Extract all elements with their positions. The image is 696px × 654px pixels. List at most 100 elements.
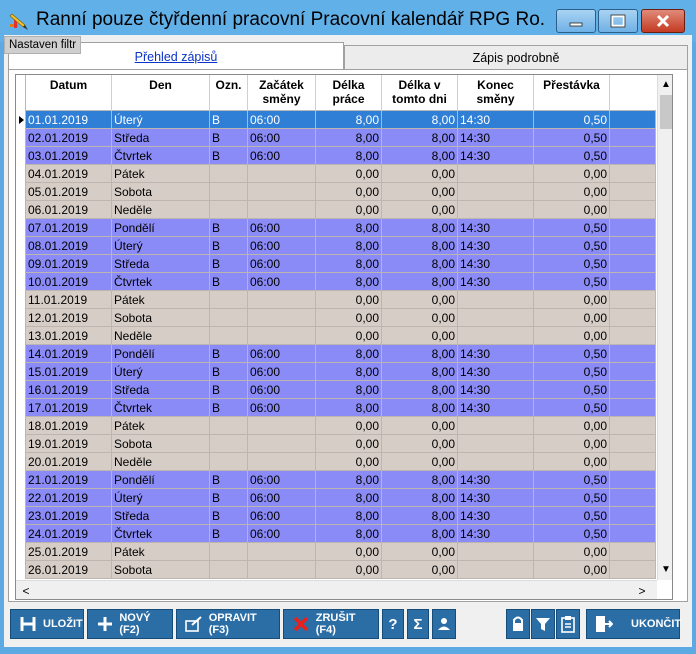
edit-button[interactable]: OPRAVIT (F3) (176, 609, 280, 639)
cell-start[interactable] (248, 183, 316, 201)
cell-length[interactable]: 8,00 (316, 363, 382, 381)
scroll-up-icon[interactable]: ▲ (658, 75, 672, 93)
cell-pause[interactable]: 0,00 (534, 327, 610, 345)
cell-length[interactable]: 8,00 (316, 273, 382, 291)
cell-start[interactable]: 06:00 (248, 507, 316, 525)
cell-end[interactable]: 14:30 (458, 237, 534, 255)
cell-end[interactable]: 14:30 (458, 507, 534, 525)
cell-day[interactable]: Čtvrtek (112, 147, 210, 165)
cell-pause[interactable]: 0,00 (534, 453, 610, 471)
row-indicator[interactable] (16, 327, 26, 345)
minimize-button[interactable] (556, 9, 596, 33)
cell-end[interactable] (458, 543, 534, 561)
cell-day[interactable]: Úterý (112, 489, 210, 507)
cell-day[interactable]: Středa (112, 507, 210, 525)
cell-day[interactable]: Středa (112, 255, 210, 273)
cell-day_length[interactable]: 8,00 (382, 345, 458, 363)
cell-mark[interactable]: B (210, 111, 248, 129)
cell-start[interactable]: 06:00 (248, 399, 316, 417)
cell-day_length[interactable]: 0,00 (382, 327, 458, 345)
cell-day_length[interactable]: 8,00 (382, 525, 458, 543)
cell-end[interactable] (458, 561, 534, 579)
cell-end[interactable]: 14:30 (458, 147, 534, 165)
cell-length[interactable]: 8,00 (316, 381, 382, 399)
cell-end[interactable] (458, 453, 534, 471)
cell-pause[interactable]: 0,50 (534, 507, 610, 525)
cell-day[interactable]: Neděle (112, 453, 210, 471)
cell-day[interactable]: Sobota (112, 309, 210, 327)
cell-mark[interactable]: B (210, 525, 248, 543)
table-row[interactable]: 12.01.2019 Sobota 0,00 0,00 0,00 (16, 309, 656, 327)
cell-end[interactable] (458, 201, 534, 219)
cell-mark[interactable]: B (210, 219, 248, 237)
column-header[interactable]: Přestávka (534, 75, 610, 111)
cell-mark[interactable] (210, 543, 248, 561)
cell-day[interactable]: Pátek (112, 543, 210, 561)
row-indicator[interactable] (16, 417, 26, 435)
cell-length[interactable]: 8,00 (316, 399, 382, 417)
cell-day_length[interactable]: 8,00 (382, 255, 458, 273)
cell-end[interactable]: 14:30 (458, 273, 534, 291)
cell-start[interactable]: 06:00 (248, 363, 316, 381)
scroll-left-icon[interactable]: < (18, 582, 34, 599)
table-row[interactable]: 13.01.2019 Neděle 0,00 0,00 0,00 (16, 327, 656, 345)
filter-button[interactable] (531, 609, 555, 639)
cell-pause[interactable]: 0,00 (534, 309, 610, 327)
cell-start[interactable] (248, 165, 316, 183)
cell-end[interactable]: 14:30 (458, 489, 534, 507)
table-row[interactable]: 09.01.2019 Středa B 06:00 8,00 8,00 14:30 0,50 (16, 255, 656, 273)
cell-start[interactable] (248, 561, 316, 579)
table-row[interactable]: 17.01.2019 Čtvrtek B 06:00 8,00 8,00 14:30 0,50 (16, 399, 656, 417)
cell-pause[interactable]: 0,50 (534, 255, 610, 273)
cell-mark[interactable]: B (210, 237, 248, 255)
cell-date[interactable]: 09.01.2019 (26, 255, 112, 273)
cell-start[interactable]: 06:00 (248, 237, 316, 255)
cell-length[interactable]: 8,00 (316, 111, 382, 129)
cell-day[interactable]: Sobota (112, 435, 210, 453)
cell-date[interactable]: 14.01.2019 (26, 345, 112, 363)
row-indicator[interactable] (16, 453, 26, 471)
cell-end[interactable] (458, 327, 534, 345)
cell-pause[interactable]: 0,50 (534, 129, 610, 147)
cell-mark[interactable] (210, 201, 248, 219)
cell-end[interactable]: 14:30 (458, 129, 534, 147)
cell-date[interactable]: 16.01.2019 (26, 381, 112, 399)
cell-start[interactable]: 06:00 (248, 255, 316, 273)
row-indicator[interactable] (16, 273, 26, 291)
row-indicator[interactable] (16, 363, 26, 381)
cell-length[interactable]: 8,00 (316, 237, 382, 255)
cell-date[interactable]: 10.01.2019 (26, 273, 112, 291)
cell-day_length[interactable]: 8,00 (382, 219, 458, 237)
column-header[interactable]: Délka v tomto dni (382, 75, 458, 111)
cell-pause[interactable]: 0,00 (534, 561, 610, 579)
cell-length[interactable]: 8,00 (316, 489, 382, 507)
cell-day_length[interactable]: 0,00 (382, 183, 458, 201)
cell-date[interactable]: 01.01.2019 (26, 111, 112, 129)
cell-pause[interactable]: 0,50 (534, 219, 610, 237)
cell-start[interactable]: 06:00 (248, 219, 316, 237)
cell-mark[interactable]: B (210, 255, 248, 273)
maximize-button[interactable] (598, 9, 638, 33)
cell-day_length[interactable]: 0,00 (382, 561, 458, 579)
cell-day[interactable]: Pátek (112, 291, 210, 309)
cell-length[interactable]: 0,00 (316, 309, 382, 327)
cell-pause[interactable]: 0,50 (534, 471, 610, 489)
cell-pause[interactable]: 0,50 (534, 489, 610, 507)
cell-date[interactable]: 02.01.2019 (26, 129, 112, 147)
new-button[interactable]: NOVÝ (F2) (87, 609, 173, 639)
cell-mark[interactable]: B (210, 471, 248, 489)
cell-day[interactable]: Pátek (112, 165, 210, 183)
cell-pause[interactable]: 0,50 (534, 273, 610, 291)
cell-day_length[interactable]: 0,00 (382, 453, 458, 471)
cell-mark[interactable] (210, 453, 248, 471)
cell-length[interactable]: 8,00 (316, 525, 382, 543)
row-indicator[interactable] (16, 543, 26, 561)
cell-pause[interactable]: 0,50 (534, 363, 610, 381)
cell-mark[interactable]: B (210, 381, 248, 399)
cell-pause[interactable]: 0,50 (534, 237, 610, 255)
table-row[interactable]: 15.01.2019 Úterý B 06:00 8,00 8,00 14:30 0,50 (16, 363, 656, 381)
row-indicator[interactable] (16, 399, 26, 417)
row-indicator[interactable] (16, 129, 26, 147)
table-row[interactable]: 08.01.2019 Úterý B 06:00 8,00 8,00 14:30 0,50 (16, 237, 656, 255)
cell-day_length[interactable]: 8,00 (382, 237, 458, 255)
